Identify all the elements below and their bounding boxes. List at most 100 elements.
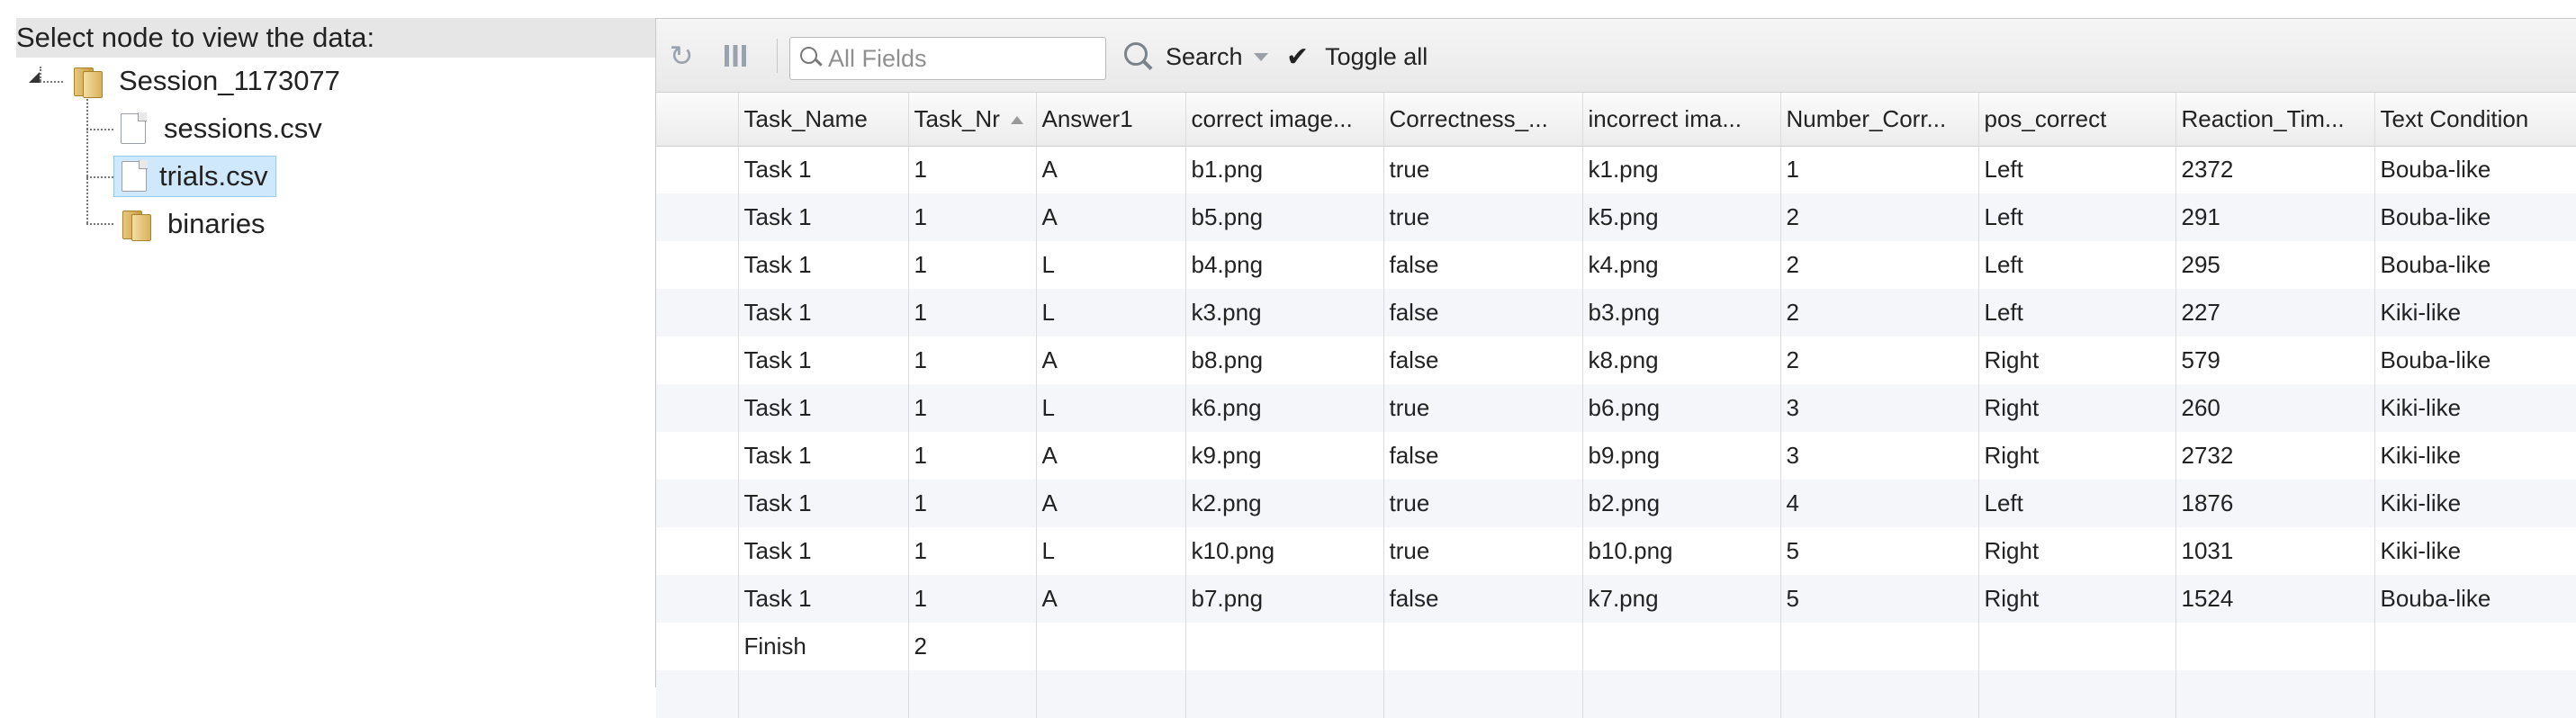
table-cell[interactable]: Bouba-like (2374, 193, 2576, 241)
table-cell[interactable]: b3.png (1582, 289, 1781, 337)
column-header-pos-correct[interactable]: pos_correct (1978, 93, 2176, 147)
table-cell[interactable]: Bouba-like (2374, 337, 2576, 384)
refresh-icon[interactable]: ↻ (665, 40, 698, 72)
table-cell[interactable]: 291 (2175, 193, 2375, 241)
column-header-text-condition[interactable]: Text Condition (2374, 93, 2576, 147)
table-cell[interactable]: 1 (908, 289, 1037, 337)
column-header-task-name[interactable]: Task_Name (738, 93, 909, 147)
table-cell[interactable]: false (1383, 337, 1583, 384)
table-cell[interactable]: Kiki-like (2374, 480, 2576, 527)
table-cell[interactable]: Kiki-like (2374, 432, 2576, 480)
table-cell[interactable]: 4 (1780, 480, 1979, 527)
table-cell[interactable]: Task 1 (738, 527, 909, 575)
table-cell[interactable] (738, 670, 909, 718)
table-cell[interactable]: Kiki-like (2374, 289, 2576, 337)
table-cell[interactable]: 1876 (2175, 480, 2375, 527)
table-cell[interactable]: Task 1 (738, 480, 909, 527)
table-row[interactable]: Task 1 1 Lk6.png true b6.png 3 Right 260 Kiki-li… (656, 384, 2576, 432)
table-cell[interactable]: 1 (908, 146, 1037, 193)
table-row[interactable]: Task 1 1 Ab1.png true k1.png 1 Left 2372 Bouba-l… (656, 146, 2576, 193)
column-header-answer1[interactable]: Answer1 (1036, 93, 1186, 147)
table-cell[interactable] (1036, 670, 1186, 718)
table-cell[interactable]: Right (1978, 527, 2176, 575)
table-cell[interactable]: A (1036, 575, 1186, 623)
table-cell[interactable]: 1 (908, 575, 1037, 623)
table-cell[interactable]: b8.png (1185, 337, 1384, 384)
table-cell[interactable] (2374, 670, 2576, 718)
column-header-select[interactable] (656, 93, 739, 147)
table-cell[interactable]: A (1036, 337, 1186, 384)
table-cell[interactable]: 1 (908, 480, 1037, 527)
table-cell[interactable] (656, 623, 739, 670)
table-cell[interactable]: 1 (908, 193, 1037, 241)
table-cell[interactable]: true (1383, 384, 1583, 432)
table-cell[interactable]: Task 1 (738, 193, 909, 241)
table-row[interactable]: Task 1 1 Ab8.png false k8.png 2 Right 579 Bouba-… (656, 337, 2576, 384)
table-cell[interactable] (656, 575, 739, 623)
table-cell[interactable]: k7.png (1582, 575, 1781, 623)
tree-node-trials-csv[interactable]: trials.csv (113, 156, 276, 197)
table-cell[interactable]: false (1383, 432, 1583, 480)
table-cell[interactable]: true (1383, 480, 1583, 527)
table-cell[interactable]: Task 1 (738, 384, 909, 432)
table-row[interactable]: Task 1 1 Ab5.png true k5.png 2 Left 291 Bouba-li… (656, 193, 2576, 241)
table-cell[interactable]: Right (1978, 384, 2176, 432)
table-cell[interactable]: 260 (2175, 384, 2375, 432)
table-cell[interactable] (656, 384, 739, 432)
table-cell[interactable] (1582, 623, 1781, 670)
table-cell[interactable] (1383, 670, 1583, 718)
table-cell[interactable]: Task 1 (738, 432, 909, 480)
table-cell[interactable]: 5 (1780, 527, 1979, 575)
table-cell[interactable]: k5.png (1582, 193, 1781, 241)
table-cell[interactable]: 1031 (2175, 527, 2375, 575)
table-cell[interactable] (656, 146, 739, 193)
table-cell[interactable]: 2732 (2175, 432, 2375, 480)
table-cell[interactable]: A (1036, 480, 1186, 527)
table-cell[interactable]: Task 1 (738, 289, 909, 337)
table-cell[interactable]: false (1383, 289, 1583, 337)
table-cell[interactable]: 227 (2175, 289, 2375, 337)
table-cell[interactable] (1383, 623, 1583, 670)
table-cell[interactable] (1780, 623, 1979, 670)
table-cell[interactable]: Left (1978, 146, 2176, 193)
table-cell[interactable]: k3.png (1185, 289, 1384, 337)
table-cell[interactable]: k4.png (1582, 241, 1781, 289)
table-cell[interactable] (1978, 623, 2176, 670)
table-cell[interactable]: Right (1978, 432, 2176, 480)
table-cell[interactable]: false (1383, 241, 1583, 289)
table-cell[interactable] (656, 193, 739, 241)
column-header-incorrect-image[interactable]: incorrect ima... (1582, 93, 1781, 147)
table-cell[interactable] (1036, 623, 1186, 670)
table-cell[interactable] (656, 432, 739, 480)
table-cell[interactable]: 2 (1780, 289, 1979, 337)
table-cell[interactable]: Task 1 (738, 241, 909, 289)
table-cell[interactable]: k8.png (1582, 337, 1781, 384)
table-cell[interactable]: 1 (1780, 146, 1979, 193)
table-cell[interactable]: true (1383, 193, 1583, 241)
search-field[interactable] (789, 37, 1106, 80)
table-cell[interactable]: Right (1978, 575, 2176, 623)
table-cell[interactable]: b9.png (1582, 432, 1781, 480)
table-cell[interactable] (656, 480, 739, 527)
table-cell[interactable]: 3 (1780, 432, 1979, 480)
table-cell[interactable]: k9.png (1185, 432, 1384, 480)
table-cell[interactable]: Bouba-like (2374, 146, 2576, 193)
table-cell[interactable]: L (1036, 241, 1186, 289)
table-cell[interactable]: Task 1 (738, 337, 909, 384)
table-cell[interactable]: false (1383, 575, 1583, 623)
table-cell[interactable]: A (1036, 432, 1186, 480)
table-cell[interactable]: Kiki-like (2374, 384, 2576, 432)
search-button[interactable]: Search (1122, 35, 1268, 78)
table-row[interactable]: Task 1 1 Lb4.png false k4.png 2 Left 295 Bouba-l… (656, 241, 2576, 289)
table-cell[interactable]: 579 (2175, 337, 2375, 384)
table-cell[interactable]: 1524 (2175, 575, 2375, 623)
table-cell[interactable]: Bouba-like (2374, 575, 2576, 623)
table-cell[interactable]: L (1036, 384, 1186, 432)
table-cell[interactable]: 5 (1780, 575, 1979, 623)
table-cell[interactable]: Bouba-like (2374, 241, 2576, 289)
table-cell[interactable]: k6.png (1185, 384, 1384, 432)
table-row[interactable]: Task 1 1 Ak9.png false b9.png 3 Right 2732 Kiki-… (656, 432, 2576, 480)
column-header-reaction-time[interactable]: Reaction_Tim... (2175, 93, 2375, 147)
table-cell[interactable] (1185, 670, 1384, 718)
table-cell[interactable] (656, 527, 739, 575)
